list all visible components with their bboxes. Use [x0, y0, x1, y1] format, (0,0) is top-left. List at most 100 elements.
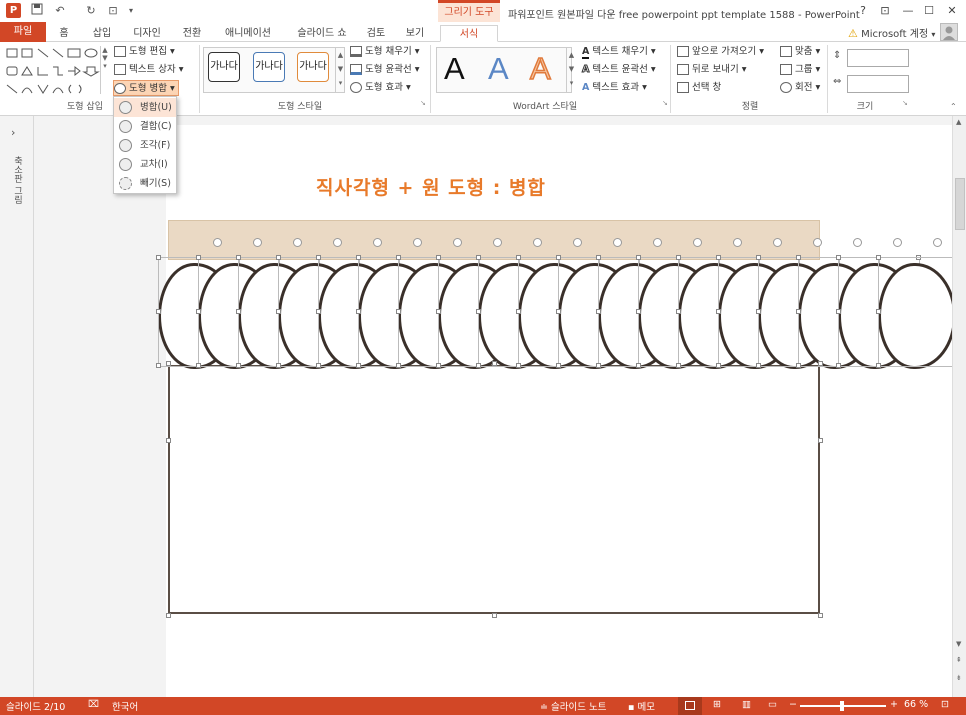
- resize-handle[interactable]: [756, 255, 761, 260]
- tab-view[interactable]: 보기: [400, 25, 430, 42]
- shape-gallery-scroll[interactable]: ▲ ▼ ▾: [100, 46, 109, 94]
- resize-handle[interactable]: [316, 309, 321, 314]
- group-button[interactable]: 그룹 ▾: [780, 62, 820, 78]
- tab-review[interactable]: 검토: [362, 25, 390, 42]
- tab-insert[interactable]: 삽입: [86, 25, 118, 42]
- undo-icon[interactable]: ↶: [53, 3, 67, 18]
- shape-outline-button[interactable]: 도형 윤곽선 ▾: [350, 62, 420, 78]
- text-fill-button[interactable]: A 텍스트 채우기 ▾: [582, 44, 656, 60]
- ribbon-display-options-button[interactable]: ⊡: [874, 3, 896, 19]
- wordart-preset-2[interactable]: A: [488, 50, 509, 88]
- resize-handle[interactable]: [476, 309, 481, 314]
- tab-design[interactable]: 디자인: [126, 25, 168, 42]
- resize-handle[interactable]: [196, 255, 201, 260]
- resize-handle[interactable]: [476, 255, 481, 260]
- resize-handle[interactable]: [516, 363, 521, 368]
- reading-view-button[interactable]: ▥: [742, 699, 751, 710]
- resize-handle[interactable]: [636, 255, 641, 260]
- resize-handle[interactable]: [756, 309, 761, 314]
- resize-handle[interactable]: [756, 363, 761, 368]
- shape-gallery[interactable]: [5, 46, 109, 98]
- minimize-button[interactable]: —: [897, 3, 919, 19]
- resize-handle[interactable]: [836, 309, 841, 314]
- collapse-ribbon-icon[interactable]: ⌃: [950, 102, 957, 111]
- shape-height-input[interactable]: [847, 49, 909, 67]
- close-button[interactable]: ✕: [941, 3, 963, 19]
- rotation-handle[interactable]: [693, 238, 702, 247]
- shape-fill-button[interactable]: 도형 채우기 ▾: [350, 44, 420, 60]
- rotation-handle[interactable]: [533, 238, 542, 247]
- resize-handle[interactable]: [596, 363, 601, 368]
- resize-handle[interactable]: [166, 438, 171, 443]
- resize-handle[interactable]: [492, 613, 497, 618]
- shape-width-input[interactable]: [847, 75, 909, 93]
- shape-style-preset-3[interactable]: 가나다: [297, 52, 329, 82]
- resize-handle[interactable]: [396, 255, 401, 260]
- resize-handle[interactable]: [196, 363, 201, 368]
- resize-handle[interactable]: [876, 363, 881, 368]
- rotate-button[interactable]: 회전 ▾: [780, 80, 820, 96]
- fit-to-window-icon[interactable]: ⊡: [941, 699, 949, 710]
- rotation-handle[interactable]: [573, 238, 582, 247]
- resize-handle[interactable]: [876, 255, 881, 260]
- wordart-preset-3[interactable]: A: [529, 50, 551, 88]
- resize-handle[interactable]: [276, 255, 281, 260]
- rotation-handle[interactable]: [773, 238, 782, 247]
- edit-shape-button[interactable]: 도형 편집 ▾: [114, 44, 175, 60]
- avatar[interactable]: [940, 23, 958, 41]
- resize-handle[interactable]: [316, 255, 321, 260]
- resize-handle[interactable]: [716, 309, 721, 314]
- slideshow-view-button[interactable]: ▭: [768, 699, 777, 710]
- resize-handle[interactable]: [516, 309, 521, 314]
- resize-handle[interactable]: [796, 255, 801, 260]
- resize-handle[interactable]: [236, 255, 241, 260]
- resize-handle[interactable]: [556, 255, 561, 260]
- resize-handle[interactable]: [396, 309, 401, 314]
- resize-handle[interactable]: [818, 613, 823, 618]
- tab-format[interactable]: 서식: [440, 25, 498, 42]
- text-box-button[interactable]: 텍스트 상자 ▾: [114, 62, 184, 78]
- text-outline-button[interactable]: A 텍스트 윤곽선 ▾: [581, 62, 655, 78]
- resize-handle[interactable]: [836, 255, 841, 260]
- resize-handle[interactable]: [818, 361, 823, 366]
- resize-handle[interactable]: [636, 363, 641, 368]
- qat-customize-icon[interactable]: ▾: [124, 3, 138, 18]
- normal-view-button[interactable]: [678, 697, 702, 715]
- circle-shapes-row[interactable]: [156, 125, 961, 697]
- tab-animations[interactable]: 애니메이션: [216, 25, 280, 42]
- previous-slide-icon[interactable]: ⇞: [956, 656, 962, 664]
- tab-slideshow[interactable]: 슬라이드 쇼: [290, 25, 354, 42]
- spellcheck-icon[interactable]: ⌧: [88, 699, 99, 710]
- shape-style-preset-2[interactable]: 가나다: [253, 52, 285, 82]
- rotation-handle[interactable]: [213, 238, 222, 247]
- resize-handle[interactable]: [276, 309, 281, 314]
- menu-item-subtract[interactable]: 빼기(S): [114, 174, 176, 193]
- resize-handle[interactable]: [166, 613, 171, 618]
- slide-sorter-view-button[interactable]: ⊞: [713, 699, 721, 710]
- rotation-handle[interactable]: [933, 238, 942, 247]
- scroll-up-icon[interactable]: ▲: [956, 118, 961, 126]
- resize-handle[interactable]: [796, 363, 801, 368]
- resize-handle[interactable]: [676, 309, 681, 314]
- comments-button[interactable]: ▪ 메모: [628, 699, 655, 713]
- tab-transitions[interactable]: 전환: [176, 25, 208, 42]
- shape-effects-button[interactable]: 도형 효과 ▾: [350, 80, 411, 96]
- rotation-handle[interactable]: [333, 238, 342, 247]
- vertical-scrollbar[interactable]: ▲ ▼ ⇞ ⇟: [952, 116, 966, 697]
- rotation-handle[interactable]: [613, 238, 622, 247]
- tab-home[interactable]: 홈: [52, 25, 76, 42]
- rotation-handle[interactable]: [853, 238, 862, 247]
- resize-handle[interactable]: [156, 255, 161, 260]
- expand-panel-icon[interactable]: ›: [11, 126, 15, 139]
- align-button[interactable]: 맞춤 ▾: [780, 44, 820, 60]
- dialog-launcher-icon[interactable]: ↘: [420, 99, 426, 107]
- dialog-launcher-icon[interactable]: ↘: [662, 99, 668, 107]
- next-slide-icon[interactable]: ⇟: [956, 674, 962, 682]
- resize-handle[interactable]: [716, 255, 721, 260]
- rotation-handle[interactable]: [253, 238, 262, 247]
- resize-handle[interactable]: [436, 309, 441, 314]
- slide-editing-area[interactable]: 직사각형 + 원 도형 : 병합: [34, 116, 961, 697]
- shape-style-gallery-scroll[interactable]: ▲ ▼ ▾: [335, 48, 345, 92]
- resize-handle[interactable]: [356, 363, 361, 368]
- resize-handle[interactable]: [836, 363, 841, 368]
